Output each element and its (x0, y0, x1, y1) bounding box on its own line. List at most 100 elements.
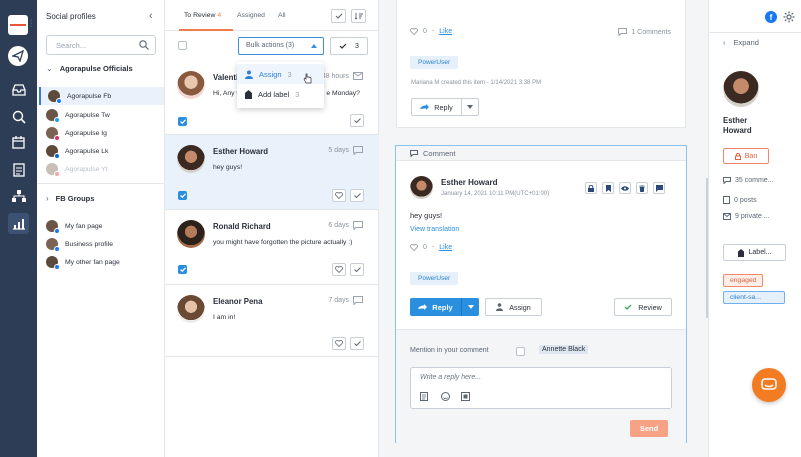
profile-item-agorapulse-fb[interactable]: Agorapulse Fb (39, 87, 164, 105)
like-link[interactable]: Like (439, 244, 452, 251)
analytics-icon[interactable] (8, 213, 29, 234)
like-count: 0 (423, 244, 427, 251)
like-button[interactable] (332, 263, 346, 276)
profile-item-agorapulse-yt[interactable]: Agorapulse Yt (46, 160, 164, 178)
reports-icon[interactable] (8, 159, 29, 180)
group-agorapulse-officials[interactable]: ⌄ Agorapulse Officials (46, 64, 133, 73)
profile-item-my-other-fan-page[interactable]: My other fan page (46, 253, 164, 271)
author-name: Ronald Richard (213, 222, 271, 231)
emoji-icon[interactable] (441, 392, 450, 401)
sort-button[interactable] (351, 9, 366, 23)
menu-item-add-label[interactable]: Add label 3 (237, 84, 324, 104)
reply-button[interactable]: Reply (410, 298, 479, 316)
saved-replies-icon[interactable] (420, 392, 428, 401)
row-checkbox[interactable] (178, 265, 187, 274)
author-name: Esther Howard (213, 147, 269, 156)
label-chip-engaged[interactable]: engaged (723, 274, 764, 287)
label-tag[interactable]: PowerUser (410, 272, 459, 285)
caret-down-icon[interactable] (462, 105, 478, 109)
chevron-right-icon: › (46, 194, 49, 203)
review-button[interactable] (350, 263, 364, 276)
collapse-panel-icon[interactable]: ‹ (149, 10, 153, 22)
label-chip-client[interactable]: client-sa... (723, 291, 785, 304)
assign-button[interactable]: Assign (485, 298, 542, 316)
image-icon[interactable] (461, 392, 470, 401)
avatar (46, 256, 60, 270)
compose-icon[interactable] (8, 46, 28, 66)
profile-search-input[interactable]: Search... (46, 35, 156, 55)
view-translation-link[interactable]: View translation (410, 226, 459, 233)
lock-button[interactable] (585, 182, 597, 194)
mark-reviewed-button[interactable] (331, 9, 346, 23)
review-button[interactable] (350, 189, 364, 202)
private-message-icon (723, 213, 731, 220)
bookmark-button[interactable] (602, 182, 614, 194)
like-button[interactable] (332, 189, 346, 202)
comment-timestamp: January 14, 2021 10:11 PM(UTC+01:00) (441, 191, 550, 197)
tab-all[interactable]: All (278, 12, 286, 19)
check-icon (353, 118, 361, 123)
mention-name: Annette Black (539, 345, 589, 354)
avatar (46, 238, 60, 252)
profile-item-my-fan-page[interactable]: My fan page (46, 217, 164, 235)
facebook-icon[interactable]: f (765, 11, 777, 23)
reply-textarea[interactable]: Write a reply here... (410, 367, 672, 409)
bulk-review-button[interactable]: 3 (330, 37, 368, 55)
inbox-icon[interactable] (8, 79, 29, 100)
profile-item-agorapulse-tw[interactable]: Agorapulse Tw (46, 106, 164, 124)
calendar-icon[interactable] (8, 132, 29, 153)
profile-name: Agorapulse Fb (67, 92, 112, 100)
facebook-icon (54, 264, 60, 270)
row-checkbox[interactable] (178, 117, 187, 126)
like-count: 0 (423, 28, 427, 35)
team-icon[interactable] (8, 186, 29, 207)
agorapulse-logo[interactable] (8, 15, 28, 35)
label-tag[interactable]: PowerUser (410, 56, 459, 69)
chat-support-button[interactable] (752, 368, 786, 402)
delete-button[interactable] (636, 182, 648, 194)
reply-label: Reply (434, 102, 453, 112)
group-fb-groups[interactable]: › FB Groups (46, 194, 94, 203)
list-item[interactable]: Eleanor Pena 7 days I am in! (165, 285, 379, 357)
heart-icon (335, 192, 343, 199)
comments-count[interactable]: 1 Comments (618, 28, 671, 36)
ban-button[interactable]: Ban (723, 148, 769, 164)
like-button[interactable] (332, 337, 346, 350)
bulk-action-bar: Bulk actions (3) 3 (165, 31, 379, 61)
search-listening-icon[interactable] (8, 106, 29, 127)
like-link[interactable]: Like (439, 28, 452, 35)
list-item[interactable]: Ronald Richard 6 days you might have for… (165, 210, 379, 285)
review-button[interactable]: Review (614, 298, 672, 316)
reply-placeholder: Write a reply here... (420, 374, 482, 381)
caret-down-icon[interactable] (462, 305, 479, 309)
comment-icon (353, 146, 363, 155)
review-button[interactable] (350, 337, 364, 350)
profile-item-business-profile[interactable]: Business profile (46, 235, 164, 253)
private-reply-button[interactable] (653, 182, 665, 194)
reply-label: Reply (432, 302, 453, 312)
post-icon (723, 196, 730, 204)
hide-button[interactable] (619, 182, 631, 194)
menu-item-assign[interactable]: Assign 3 (237, 64, 324, 84)
tab-to-review[interactable]: To Review 4 (184, 12, 221, 19)
menu-count: 3 (295, 89, 300, 99)
bulk-actions-dropdown[interactable]: Bulk actions (3) (238, 37, 324, 55)
profile-item-agorapulse-lk[interactable]: Agorapulse Lk (46, 142, 164, 160)
tab-assigned[interactable]: Assigned (237, 12, 265, 19)
expand-button[interactable]: ‹ Expand (723, 38, 759, 47)
more-menu-icon[interactable]: · · · (30, 17, 32, 30)
heart-icon (410, 28, 418, 35)
select-all-checkbox[interactable] (178, 41, 187, 50)
reply-button[interactable]: Reply (411, 98, 479, 116)
add-label-button[interactable]: Label... (723, 244, 786, 261)
gear-icon[interactable] (783, 11, 795, 23)
row-checkbox[interactable] (178, 191, 187, 200)
panel-toolbar: f (709, 0, 801, 33)
send-button[interactable]: Send (630, 420, 668, 437)
author-name[interactable]: Esther Howard (441, 178, 497, 187)
review-button[interactable] (350, 114, 364, 127)
mention-checkbox[interactable] (516, 347, 525, 356)
message-icon (353, 72, 363, 80)
list-item[interactable]: Esther Howard 5 days hey guys! (165, 135, 379, 210)
profile-item-agorapulse-ig[interactable]: Agorapulse Ig (46, 124, 164, 142)
